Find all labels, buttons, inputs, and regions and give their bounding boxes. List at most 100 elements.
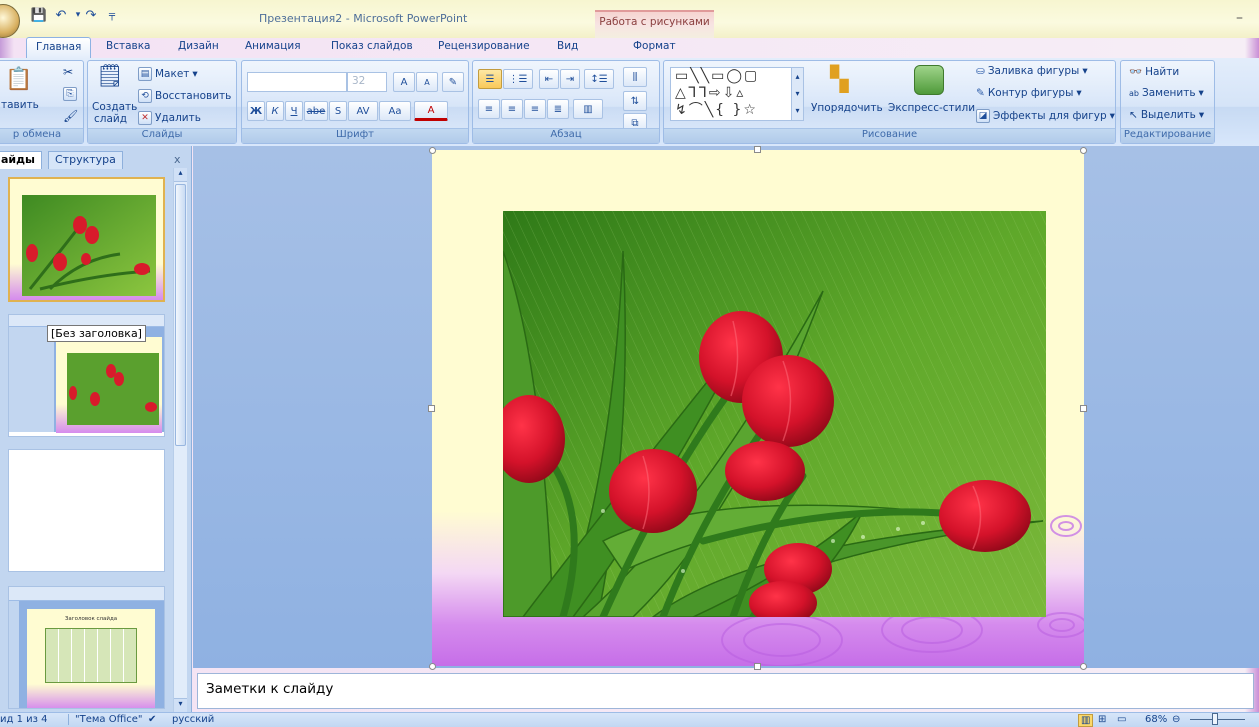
binoculars-icon: 👓: [1129, 66, 1143, 78]
slide-sorter-icon[interactable]: ⊞: [1098, 714, 1106, 725]
shapes-scroll[interactable]: ▴ ▾ ▾: [791, 67, 804, 121]
new-slide-icon[interactable]: 🗒: [96, 64, 124, 89]
underline-button[interactable]: Ч: [285, 101, 303, 121]
effects-icon: ◪: [976, 109, 990, 123]
pane-scrollbar[interactable]: ▴ ▾: [173, 168, 187, 712]
decrease-indent-icon[interactable]: ⇤: [539, 69, 559, 89]
resize-handle-bottom[interactable]: [754, 663, 761, 670]
undo-icon[interactable]: ↶: [52, 7, 70, 23]
numbering-icon[interactable]: ⋮☰: [503, 69, 533, 89]
paste-icon[interactable]: 📋: [5, 67, 32, 92]
italic-button[interactable]: К: [266, 101, 284, 121]
shadow-button[interactable]: S: [329, 101, 347, 121]
tab-design[interactable]: Дизайн: [178, 37, 219, 59]
slide-thumbnail-1[interactable]: [8, 177, 165, 302]
resize-handle-tl[interactable]: [429, 147, 436, 154]
tab-outline-pane[interactable]: Структура: [48, 151, 123, 169]
chevron-down-icon: ▾: [1198, 87, 1204, 99]
shrink-font-button[interactable]: A: [416, 72, 438, 92]
language-label[interactable]: русский: [172, 714, 214, 725]
copy-icon[interactable]: ⎘: [63, 87, 77, 101]
tulip-picture[interactable]: [503, 211, 1046, 617]
spellcheck-icon[interactable]: ✔: [148, 714, 156, 725]
bullets-icon[interactable]: ☰: [478, 69, 502, 89]
tab-insert[interactable]: Вставка: [106, 37, 151, 59]
tab-home[interactable]: Главная: [26, 37, 92, 59]
normal-view-icon[interactable]: ▥: [1078, 714, 1094, 727]
scroll-thumb[interactable]: [175, 184, 186, 446]
shape-effects-button[interactable]: ◪ Эффекты для фигур ▾: [976, 109, 1115, 123]
redo-icon[interactable]: ↷: [82, 7, 100, 23]
scroll-down-icon[interactable]: ▾: [174, 698, 187, 712]
bold-button[interactable]: Ж: [247, 101, 265, 121]
char-spacing-button[interactable]: AV: [348, 101, 378, 121]
replace-button[interactable]: ab Заменить ▾: [1129, 87, 1204, 99]
tab-slideshow[interactable]: Показ слайдов: [331, 37, 413, 59]
minimize-ribbon-button[interactable]: –: [1236, 10, 1243, 26]
tab-review[interactable]: Рецензирование: [438, 37, 530, 59]
font-color-button[interactable]: A: [414, 101, 448, 121]
change-case-button[interactable]: Aa: [379, 101, 411, 121]
tab-slides-pane[interactable]: айды: [0, 151, 42, 169]
scroll-up-icon[interactable]: ▴: [174, 168, 187, 182]
strikethrough-button[interactable]: abe: [304, 101, 328, 121]
shape-outline-button[interactable]: ✎ Контур фигуры ▾: [976, 87, 1082, 99]
tab-animation[interactable]: Анимация: [245, 37, 301, 59]
resize-handle-top[interactable]: [754, 146, 761, 153]
theme-name[interactable]: "Тема Office": [68, 714, 143, 725]
arrange-icon: ▚: [830, 65, 849, 93]
tab-format[interactable]: Формат: [633, 37, 676, 59]
increase-indent-icon[interactable]: ⇥: [560, 69, 580, 89]
new-slide-label-2[interactable]: слайд: [94, 113, 127, 125]
shape-effects-label: Эффекты для фигур: [993, 110, 1107, 122]
justify-icon[interactable]: ≣: [547, 99, 569, 119]
find-button[interactable]: 👓 Найти: [1129, 65, 1179, 79]
resize-handle-tr[interactable]: [1080, 147, 1087, 154]
chevron-down-icon: ▾: [1076, 87, 1082, 99]
resize-handle-right[interactable]: [1080, 405, 1087, 412]
zoom-level[interactable]: 68%: [1145, 714, 1167, 725]
shape-fill-button[interactable]: ⛀ Заливка фигуры ▾: [976, 65, 1088, 77]
align-text-icon[interactable]: ⇅: [623, 91, 647, 111]
resize-handle-br[interactable]: [1080, 663, 1087, 670]
resize-handle-bl[interactable]: [429, 663, 436, 670]
thumb4-ribbon: [9, 587, 164, 601]
font-size-combo[interactable]: 32: [347, 72, 387, 92]
layout-button[interactable]: ▤ Макет ▾: [138, 67, 198, 81]
grow-font-button[interactable]: A: [393, 72, 415, 92]
customize-qat-icon[interactable]: ╤: [103, 7, 121, 23]
save-icon[interactable]: 💾: [30, 7, 48, 23]
slide-ripple-small: [1050, 515, 1082, 537]
columns-icon[interactable]: ▥: [573, 99, 603, 119]
close-pane-icon[interactable]: x: [174, 153, 181, 166]
new-slide-label-1[interactable]: Создать: [92, 101, 137, 113]
tab-view[interactable]: Вид: [557, 37, 578, 59]
ribbon-tabs: Главная Вставка Дизайн Анимация Показ сл…: [0, 36, 1259, 59]
arrange-button[interactable]: Упорядочить: [811, 102, 883, 114]
zoom-slider-thumb[interactable]: [1212, 713, 1218, 725]
delete-slide-button[interactable]: ✕ Удалить: [138, 111, 201, 125]
slideshow-view-icon[interactable]: ▭: [1117, 714, 1126, 725]
resize-handle-left[interactable]: [428, 405, 435, 412]
line-spacing-icon[interactable]: ↕☰: [584, 69, 614, 89]
zoom-out-icon[interactable]: ⊖: [1172, 714, 1180, 725]
shapes-gallery[interactable]: ▭╲╲▭◯▢ △ᒣᒣ⇨⇩▵ ↯⌒╲{ }☆: [670, 67, 800, 121]
quick-styles-button[interactable]: Экспресс-стили: [888, 102, 975, 114]
select-button[interactable]: ↖ Выделить ▾: [1129, 109, 1204, 121]
notes-pane[interactable]: Заметки к слайду: [197, 673, 1254, 709]
cut-icon[interactable]: ✂: [63, 65, 73, 79]
slide-thumbnail-4[interactable]: Заголовок слайда: [8, 586, 165, 709]
clear-format-icon[interactable]: ✎: [442, 72, 464, 92]
pencil-icon: ✎: [976, 87, 985, 99]
thumb4-pane: [9, 601, 19, 708]
align-right-icon[interactable]: ≡: [524, 99, 546, 119]
align-left-icon[interactable]: ≡: [478, 99, 500, 119]
align-center-icon[interactable]: ≡: [501, 99, 523, 119]
office-button[interactable]: [0, 4, 20, 38]
font-name-combo[interactable]: [247, 72, 347, 92]
reset-button[interactable]: ⟲ Восстановить: [138, 89, 231, 103]
slide-thumbnail-3[interactable]: [8, 449, 165, 572]
paste-button[interactable]: тавить: [1, 99, 39, 111]
text-direction-icon[interactable]: ⫼: [623, 67, 647, 87]
format-painter-icon[interactable]: 🖌: [63, 109, 78, 123]
